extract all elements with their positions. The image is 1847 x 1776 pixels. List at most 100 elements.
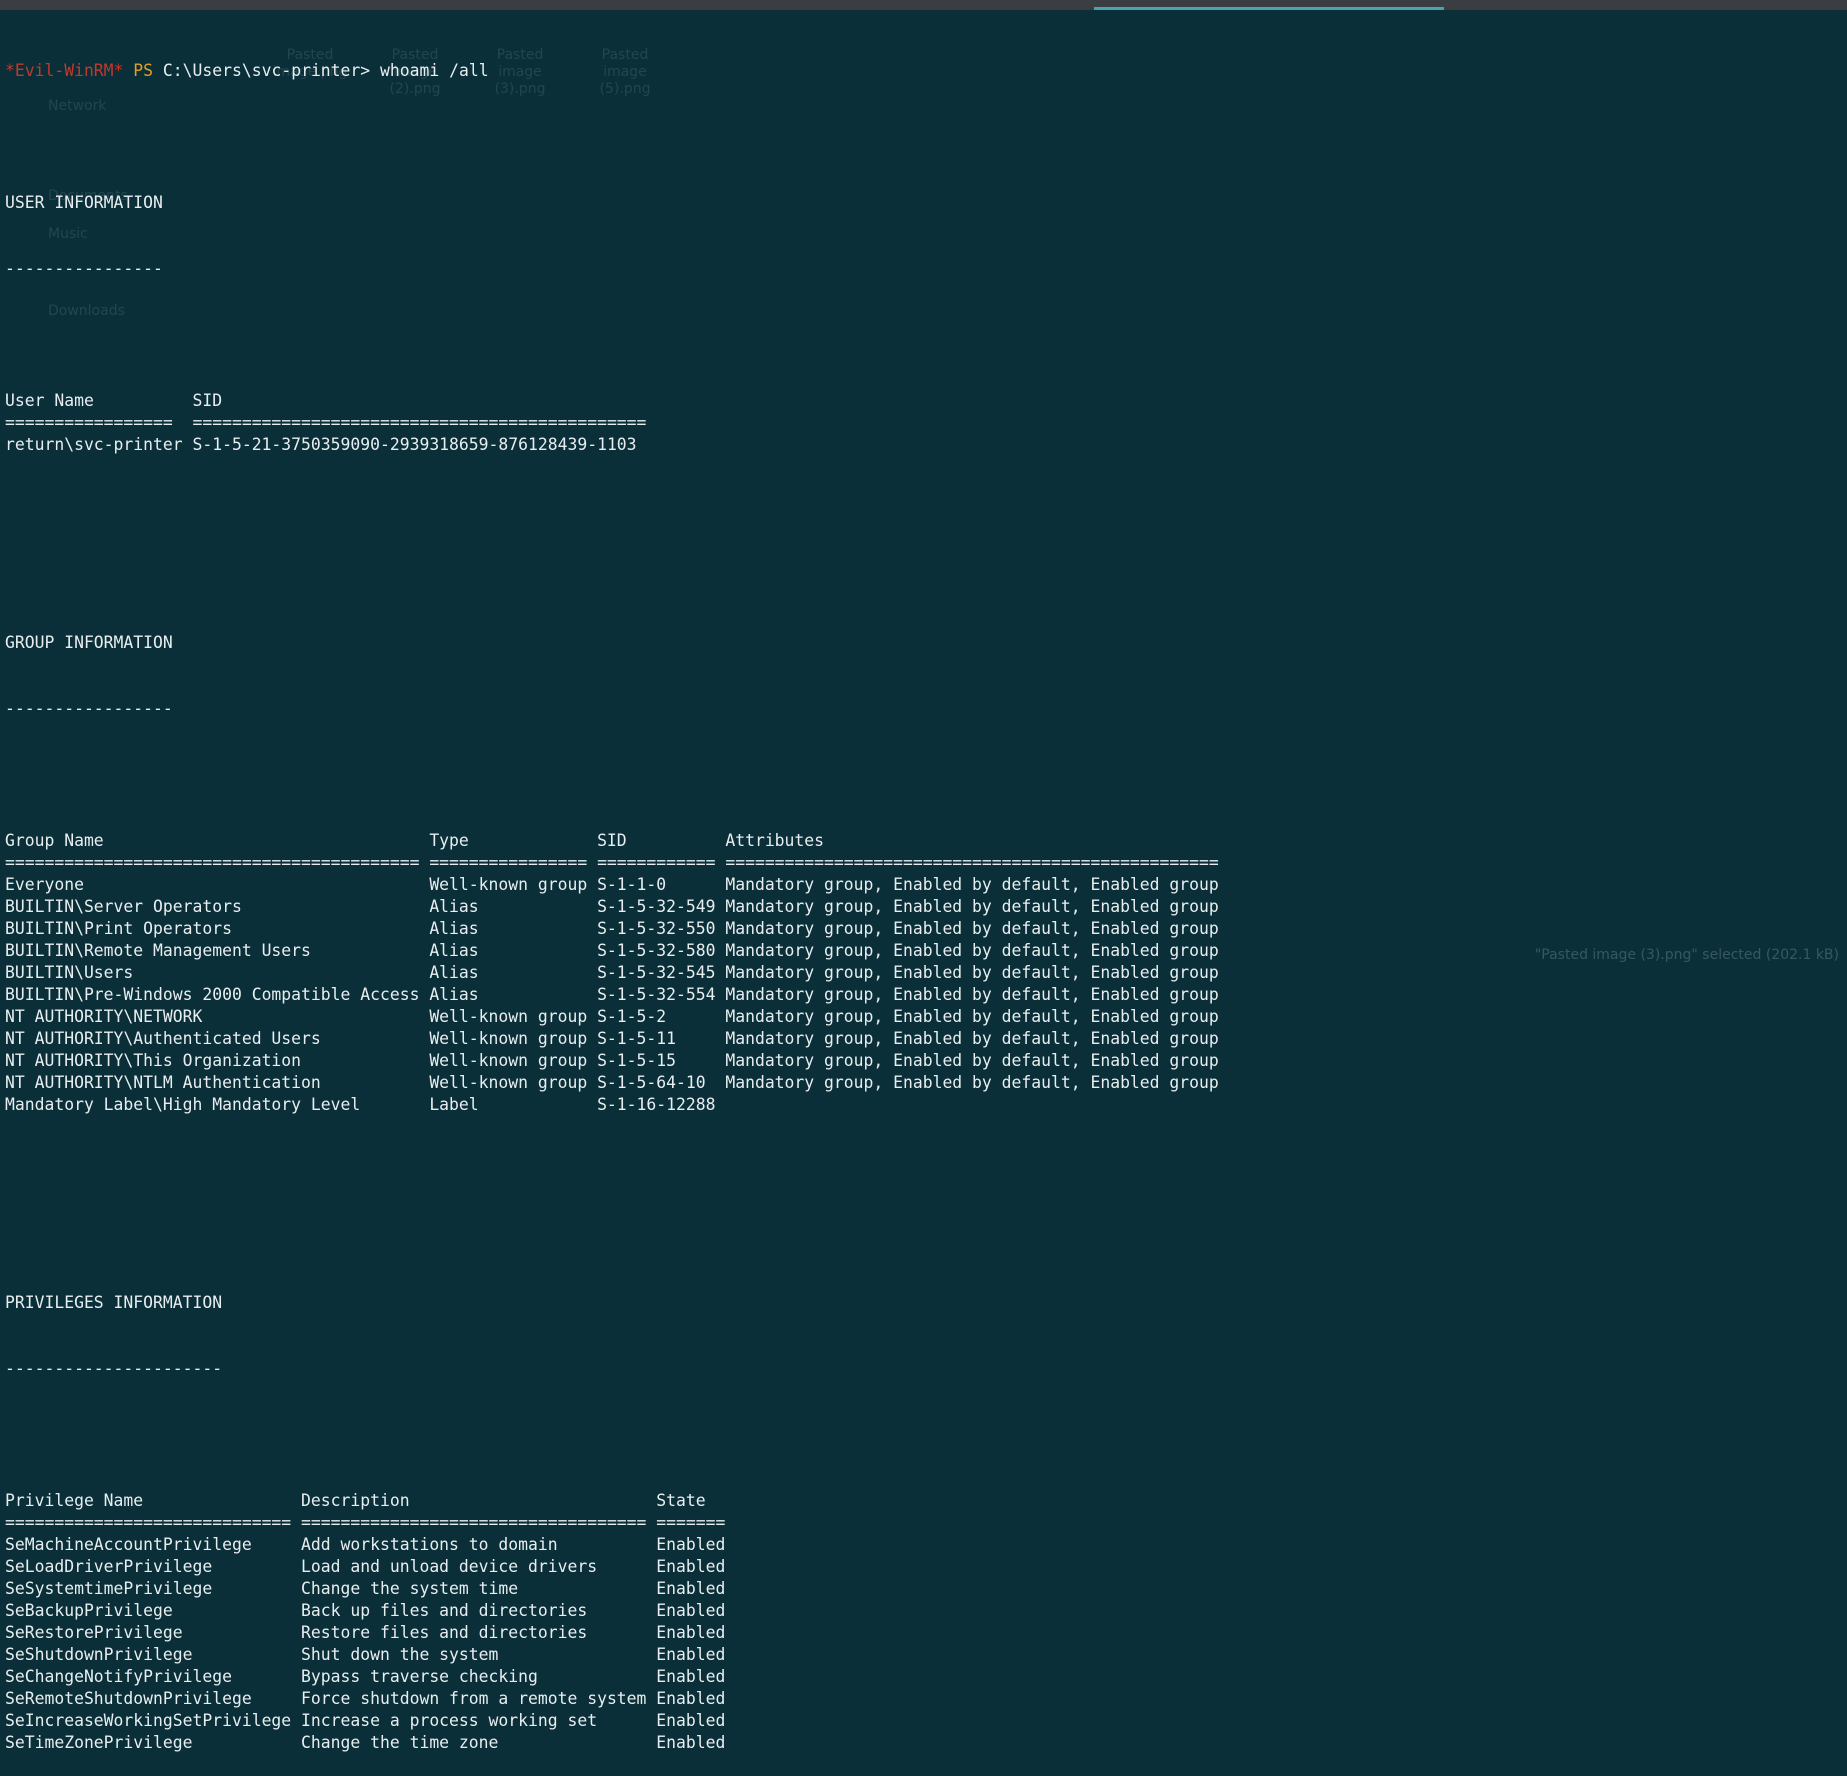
table-cell: Enabled	[656, 1601, 726, 1620]
table-cell: Enabled	[656, 1557, 726, 1576]
table-cell: Mandatory group, Enabled by default, Ena…	[725, 1051, 1219, 1070]
table-cell: SID	[597, 831, 627, 850]
table-cell: SeChangeNotifyPrivilege	[5, 1667, 232, 1686]
table-cell: Enabled	[656, 1623, 726, 1642]
table-cell: S-1-5-32-550	[597, 919, 716, 938]
table-cell: S-1-5-11	[597, 1029, 677, 1048]
table-cell: Enabled	[656, 1711, 726, 1730]
user-info-underline: ----------------	[5, 259, 163, 278]
table-cell: Enabled	[656, 1579, 726, 1598]
table-cell: Mandatory group, Enabled by default, Ena…	[725, 1007, 1219, 1026]
table-cell: Privilege Name	[5, 1491, 144, 1510]
table-separator-row: ========================================…	[5, 412, 1847, 434]
table-row: NT AUTHORITY\NETWORK Well-known group S-1-…	[5, 1006, 1847, 1028]
table-row: Everyone Well-known group S-1-1-0 Mandatory…	[5, 874, 1847, 896]
table-cell: Force shutdown from a remote system	[301, 1689, 647, 1708]
table-cell: Change the time zone	[301, 1733, 499, 1752]
table-row: NT AUTHORITY\This Organization Well-known…	[5, 1050, 1847, 1072]
table-cell: =============================	[5, 1513, 292, 1532]
table-cell: Enabled	[656, 1733, 726, 1752]
table-row: BUILTIN\Pre-Windows 2000 Compatible Acce…	[5, 984, 1847, 1006]
table-cell: Increase a process working set	[301, 1711, 598, 1730]
table-separator-row: ========================================…	[5, 1512, 1847, 1534]
table-cell: S-1-5-21-3750359090-2939318659-876128439…	[192, 435, 637, 454]
table-cell: return\svc-printer	[5, 435, 183, 454]
table-cell: Group Name	[5, 831, 104, 850]
table-row: SeLoadDriverPrivilege Load and unload dev…	[5, 1556, 1847, 1578]
table-cell: Add workstations to domain	[301, 1535, 558, 1554]
table-row: SeMachineAccountPrivilege Add workstation…	[5, 1534, 1847, 1556]
table-cell: Enabled	[656, 1689, 726, 1708]
table-cell: =================	[5, 413, 173, 432]
table-cell: S-1-5-15	[597, 1051, 677, 1070]
table-cell: S-1-1-0	[597, 875, 667, 894]
table-cell: Alias	[429, 897, 479, 916]
table-cell: NT AUTHORITY\Authenticated Users	[5, 1029, 321, 1048]
window-top-bar	[0, 0, 1847, 10]
privileges-info-underline: ----------------------	[5, 1359, 223, 1378]
table-cell: Alias	[429, 985, 479, 1004]
table-cell: Well-known group	[429, 1073, 588, 1092]
table-cell: Well-known group	[429, 875, 588, 894]
table-row: SeRemoteShutdownPrivilege Force shutdown …	[5, 1688, 1847, 1710]
table-separator-row: ========================================…	[5, 852, 1847, 874]
table-row: NT AUTHORITY\Authenticated Users Well-kno…	[5, 1028, 1847, 1050]
table-cell: =======	[656, 1513, 726, 1532]
table-cell: S-1-5-32-545	[597, 963, 716, 982]
table-cell: SeMachineAccountPrivilege	[5, 1535, 252, 1554]
table-cell: BUILTIN\Users	[5, 963, 134, 982]
table-cell: Change the system time	[301, 1579, 519, 1598]
table-row: SeBackupPrivilege Back up files and direc…	[5, 1600, 1847, 1622]
table-cell: BUILTIN\Print Operators	[5, 919, 232, 938]
user-info-table: User Name SID ================= ===========…	[5, 390, 1847, 456]
terminal-output[interactable]: *Evil-WinRM* PS C:\Users\svc-printer> wh…	[5, 16, 1847, 1776]
table-cell: Enabled	[656, 1645, 726, 1664]
table-cell: Description	[301, 1491, 410, 1510]
table-cell: User Name	[5, 391, 94, 410]
table-cell: S-1-5-32-549	[597, 897, 716, 916]
prompt-path: C:\Users\svc-printer>	[162, 61, 371, 80]
table-cell: Attributes	[725, 831, 825, 850]
table-cell: BUILTIN\Pre-Windows 2000 Compatible Acce…	[5, 985, 420, 1004]
group-info-table: Group Name Type SID Attributes =============…	[5, 830, 1847, 1116]
group-info-underline: -----------------	[5, 699, 173, 718]
table-row: SeChangeNotifyPrivilege Bypass traverse c…	[5, 1666, 1847, 1688]
table-row: SeTimeZonePrivilege Change the time zone E…	[5, 1732, 1847, 1754]
table-cell: BUILTIN\Remote Management Users	[5, 941, 311, 960]
table-cell: NT AUTHORITY\NETWORK	[5, 1007, 203, 1026]
table-row: return\svc-printer S-1-5-21-3750359090-29…	[5, 434, 1847, 456]
table-cell: ========================================…	[192, 413, 647, 432]
table-cell: SeBackupPrivilege	[5, 1601, 173, 1620]
table-cell: Bypass traverse checking	[301, 1667, 538, 1686]
table-cell: Everyone	[5, 875, 84, 894]
table-row: SeIncreaseWorkingSetPrivilege Increase a …	[5, 1710, 1847, 1732]
table-cell: Mandatory group, Enabled by default, Ena…	[725, 985, 1219, 1004]
table-row: NT AUTHORITY\NTLM Authentication Well-kno…	[5, 1072, 1847, 1094]
table-cell: Enabled	[656, 1535, 726, 1554]
table-cell: ===================================	[301, 1513, 647, 1532]
prompt-marker: *Evil-WinRM*	[5, 61, 124, 80]
file-selection-status: "Pasted image (3).png" selected (202.1 k…	[1534, 947, 1839, 963]
user-info-title: USER INFORMATION	[5, 193, 163, 212]
table-cell: ========================================…	[725, 853, 1219, 872]
table-cell: Label	[429, 1095, 479, 1114]
table-cell: Load and unload device drivers	[301, 1557, 598, 1576]
active-tab-indicator[interactable]	[1094, 7, 1444, 10]
table-row: SeRestorePrivilege Restore files and dire…	[5, 1622, 1847, 1644]
table-cell: ========================================…	[5, 853, 420, 872]
table-row: BUILTIN\Print Operators Alias S-1-5-32-550…	[5, 918, 1847, 940]
table-cell: SeRestorePrivilege	[5, 1623, 183, 1642]
table-cell: ============	[597, 853, 716, 872]
table-cell: S-1-5-64-10	[597, 1073, 706, 1092]
table-cell: Mandatory group, Enabled by default, Ena…	[725, 941, 1219, 960]
table-cell: S-1-5-2	[597, 1007, 667, 1026]
table-cell: Mandatory group, Enabled by default, Ena…	[725, 897, 1219, 916]
table-row: BUILTIN\Users Alias S-1-5-32-545 Mandatory …	[5, 962, 1847, 984]
